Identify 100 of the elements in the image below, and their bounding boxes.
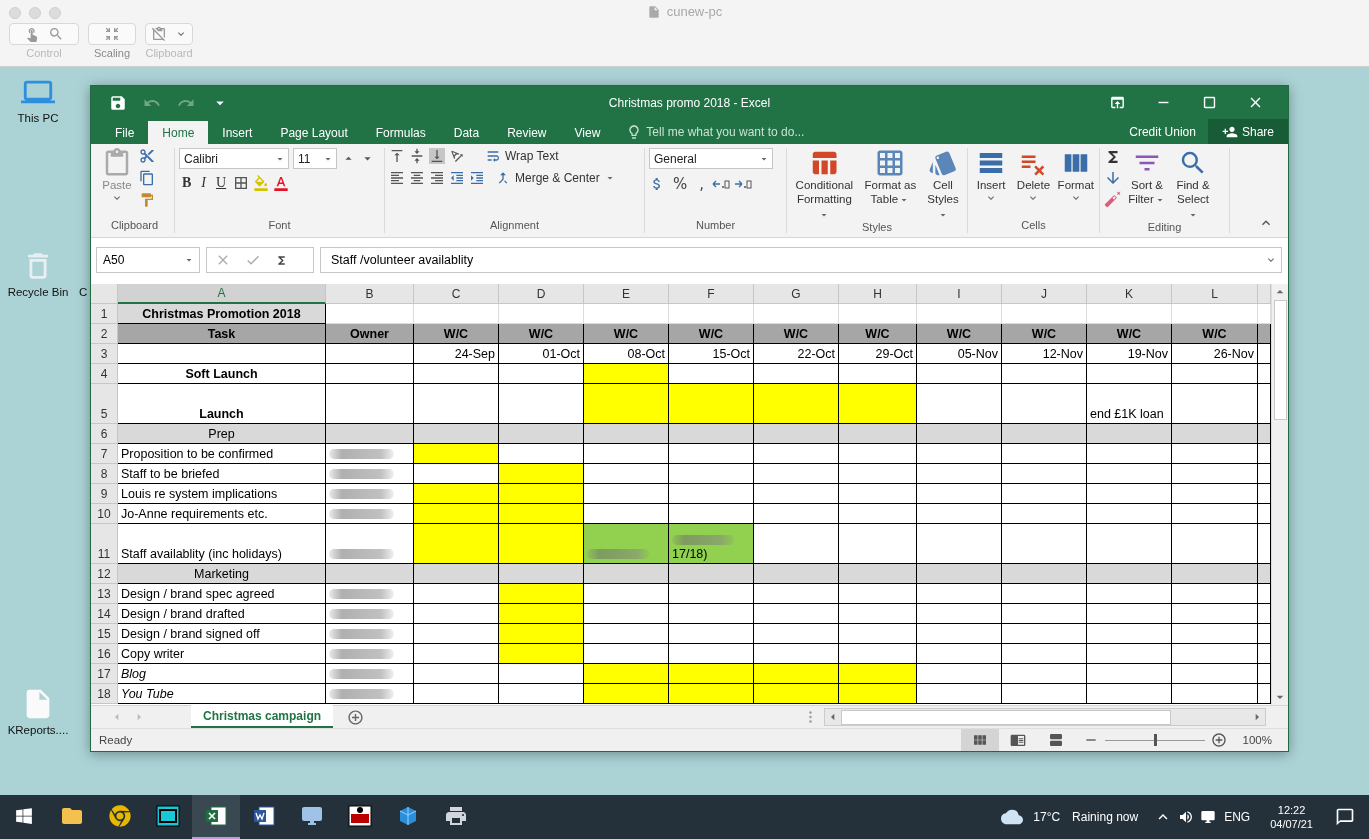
cut-icon[interactable] bbox=[139, 148, 155, 164]
cells-button[interactable]: Insert bbox=[972, 148, 1011, 219]
desktop-icon-label[interactable]: KReports.... bbox=[7, 724, 69, 736]
align-top-icon[interactable] bbox=[389, 148, 405, 164]
ribbon-tab[interactable]: Page Layout bbox=[266, 121, 362, 144]
column-header[interactable]: E bbox=[584, 284, 669, 304]
column-header[interactable]: H bbox=[839, 284, 917, 304]
row-header[interactable]: 3 bbox=[91, 344, 118, 364]
column-header[interactable]: B bbox=[326, 284, 414, 304]
align-left-icon[interactable] bbox=[389, 170, 405, 186]
bold-button[interactable]: B bbox=[179, 175, 195, 191]
notifications-icon[interactable] bbox=[1335, 807, 1355, 827]
font-color-icon[interactable] bbox=[273, 175, 290, 191]
desktop-icon-label[interactable]: C bbox=[79, 286, 88, 298]
desktop-icon-label[interactable]: Recycle Bin bbox=[7, 286, 69, 298]
name-box[interactable]: A50 bbox=[96, 247, 200, 273]
styles-button[interactable]: Conditional Formatting bbox=[791, 148, 858, 222]
tell-me-field[interactable]: Tell me what you want to do... bbox=[646, 124, 805, 139]
ribbon-tab[interactable]: View bbox=[560, 121, 615, 144]
normal-view-button[interactable] bbox=[960, 729, 999, 751]
align-center-icon[interactable] bbox=[409, 170, 425, 186]
column-header[interactable]: L bbox=[1172, 284, 1258, 304]
format-painter-icon[interactable] bbox=[139, 192, 155, 208]
copy-icon[interactable] bbox=[139, 170, 155, 186]
merge-center-button[interactable]: Merge & Center bbox=[493, 170, 618, 186]
percent-button[interactable]: % bbox=[669, 175, 692, 193]
ribbon-tab[interactable]: Data bbox=[439, 121, 494, 144]
column-header[interactable]: C bbox=[414, 284, 499, 304]
styles-button[interactable]: Cell Styles bbox=[922, 148, 963, 222]
align-middle-icon[interactable] bbox=[409, 148, 425, 164]
row-header[interactable]: 11 bbox=[91, 524, 118, 564]
align-right-icon[interactable] bbox=[429, 170, 445, 186]
column-header[interactable]: I bbox=[917, 284, 1002, 304]
eraser-icon[interactable] bbox=[1104, 190, 1122, 208]
network-icon[interactable] bbox=[1200, 809, 1217, 825]
horizontal-scrollbar[interactable] bbox=[824, 708, 1266, 726]
italic-button[interactable]: I bbox=[198, 175, 209, 191]
row-header[interactable]: 4 bbox=[91, 364, 118, 384]
clock[interactable]: 12:22 04/07/21 bbox=[1256, 802, 1327, 832]
cells-button[interactable]: Delete bbox=[1014, 148, 1053, 219]
borders-icon[interactable] bbox=[233, 175, 250, 191]
row-header[interactable]: 17 bbox=[91, 664, 118, 684]
ribbon-tab[interactable]: Formulas bbox=[361, 121, 440, 144]
language-indicator[interactable]: ENG bbox=[1216, 810, 1257, 824]
cells-button[interactable]: Format bbox=[1056, 148, 1095, 219]
underline-button[interactable]: U bbox=[213, 175, 230, 191]
column-header[interactable]: A bbox=[118, 284, 326, 304]
control-button[interactable] bbox=[9, 23, 79, 45]
taskbar-app-button[interactable] bbox=[192, 795, 240, 839]
share-button[interactable]: Share bbox=[1207, 119, 1288, 144]
ribbon-tab[interactable]: Review bbox=[493, 121, 561, 144]
ribbon-tab[interactable]: Home bbox=[148, 121, 209, 144]
column-header[interactable]: G bbox=[754, 284, 839, 304]
temperature[interactable]: 17°C bbox=[1023, 810, 1067, 824]
fill-down-icon[interactable] bbox=[1104, 169, 1122, 187]
clipboard-button[interactable] bbox=[145, 23, 193, 45]
ribbon-tab[interactable]: Insert bbox=[208, 121, 267, 144]
font-size-field[interactable]: 11 bbox=[293, 148, 337, 169]
sheet-tab[interactable]: Christmas campaign bbox=[191, 705, 334, 728]
scaling-button[interactable] bbox=[88, 23, 136, 45]
account-name[interactable]: Credit Union bbox=[1117, 119, 1208, 144]
row-header[interactable]: 5 bbox=[91, 384, 118, 424]
decrease-decimal-icon[interactable] bbox=[734, 177, 753, 191]
increase-indent-icon[interactable] bbox=[469, 170, 485, 186]
styles-button[interactable]: Format as Table bbox=[861, 148, 919, 222]
row-header[interactable]: 16 bbox=[91, 644, 118, 664]
increase-decimal-icon[interactable] bbox=[712, 177, 731, 191]
row-header[interactable]: 2 bbox=[91, 324, 118, 344]
font-name-field[interactable]: Calibri bbox=[179, 148, 289, 169]
editing-button[interactable]: Sort & Filter bbox=[1126, 148, 1168, 222]
row-header[interactable]: 9 bbox=[91, 484, 118, 504]
column-header[interactable]: F bbox=[669, 284, 754, 304]
editing-button[interactable]: Find & Select bbox=[1172, 148, 1214, 222]
row-header[interactable]: 6 bbox=[91, 424, 118, 444]
splitter-handle[interactable] bbox=[809, 711, 812, 723]
speaker-icon[interactable] bbox=[1178, 809, 1195, 825]
vertical-scrollbar[interactable] bbox=[1271, 284, 1288, 705]
orientation-icon[interactable] bbox=[449, 148, 465, 164]
number-format-field[interactable]: General bbox=[649, 148, 773, 169]
row-header[interactable]: 1 bbox=[91, 304, 118, 324]
comma-button[interactable]: , bbox=[695, 175, 709, 193]
zoom-thumb[interactable] bbox=[1153, 734, 1157, 746]
fill-color-icon[interactable] bbox=[253, 175, 270, 191]
row-header[interactable]: 18 bbox=[91, 684, 118, 704]
align-bottom-icon[interactable] bbox=[429, 148, 445, 164]
weather-text[interactable]: Raining now bbox=[1066, 810, 1155, 824]
ribbon-tab[interactable]: File bbox=[101, 121, 149, 144]
zoom-level[interactable]: 100% bbox=[1242, 734, 1272, 746]
row-header[interactable]: 7 bbox=[91, 444, 118, 464]
zoom-in-icon[interactable] bbox=[1210, 732, 1227, 748]
decrease-indent-icon[interactable] bbox=[449, 170, 465, 186]
scrollbar-thumb[interactable] bbox=[1273, 300, 1287, 420]
row-header[interactable]: 15 bbox=[91, 624, 118, 644]
wrap-text-button[interactable]: Wrap Text bbox=[483, 148, 561, 164]
column-header[interactable]: D bbox=[499, 284, 584, 304]
row-header[interactable]: 10 bbox=[91, 504, 118, 524]
column-header[interactable]: J bbox=[1002, 284, 1087, 304]
column-header[interactable]: K bbox=[1087, 284, 1172, 304]
row-header[interactable]: 8 bbox=[91, 464, 118, 484]
row-header[interactable]: 14 bbox=[91, 604, 118, 624]
